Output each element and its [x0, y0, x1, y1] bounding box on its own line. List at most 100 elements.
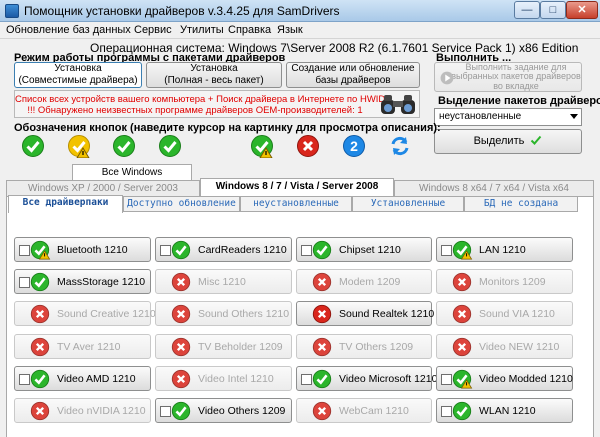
tab-db-not-created[interactable]: БД не создана [464, 196, 578, 212]
close-button[interactable]: ✕ [566, 1, 598, 19]
check-icon [30, 273, 50, 292]
tab-all-windows[interactable]: Все Windows [72, 164, 192, 180]
mode-button-line1: Установка [54, 63, 102, 74]
driver-pack-button[interactable]: Monitors 1209 [436, 269, 573, 295]
mode-button-line1: Установка [190, 63, 238, 74]
check-icon[interactable] [112, 134, 136, 158]
cross-icon [452, 305, 472, 324]
selection-dropdown[interactable]: неустановленные [434, 108, 582, 126]
cross-icon [452, 273, 472, 292]
driver-pack-label: TV Beholder 1209 [198, 340, 283, 353]
driver-pack-button[interactable]: MassStorage 1210 [14, 269, 151, 295]
refresh-icon[interactable] [388, 134, 412, 158]
tab-windows-xp[interactable]: Windows XP / 2000 / Server 2003 [6, 180, 200, 196]
check-icon[interactable] [158, 134, 182, 158]
driver-pack-label: Misc 1210 [198, 276, 246, 289]
tab-windows-8-7[interactable]: Windows 8 / 7 / Vista / Server 2008 [200, 178, 394, 196]
check-icon [312, 240, 332, 260]
question-icon[interactable]: 2 [342, 134, 366, 158]
driver-pack-button[interactable]: Misc 1210 [155, 269, 292, 295]
check-warning-icon [452, 369, 473, 389]
play-icon [440, 71, 454, 85]
driver-pack-button[interactable]: Bluetooth 1210 [14, 237, 151, 262]
tab-not-installed[interactable]: неустановленные [240, 196, 352, 212]
cross-icon [171, 273, 191, 292]
driver-pack-label: WebCam 1210 [339, 405, 409, 417]
banner-line1: Список всех устройств вашего компьютера … [15, 94, 386, 105]
tab-installed[interactable]: Установленные [352, 196, 464, 212]
svg-text:2: 2 [350, 138, 358, 154]
driver-pack-label: Sound Realtek 1210 [339, 308, 435, 321]
menu-help[interactable]: Справка [228, 24, 271, 36]
driver-pack-button[interactable]: Video nVIDIA 1210 [14, 398, 151, 423]
mode-button-line1: Создание или обновление [291, 63, 415, 74]
driver-pack-button[interactable]: Sound VIA 1210 [436, 301, 573, 327]
mode-create-db-button[interactable]: Создание или обновление базы драйверов [286, 62, 420, 88]
driver-pack-button[interactable]: Sound Realtek 1210 [296, 301, 435, 327]
driver-pack-button[interactable]: Video Others 1209 [155, 398, 292, 423]
execute-button-line3: во вкладке [493, 80, 539, 91]
cross-icon [171, 305, 191, 324]
driver-pack-button[interactable]: Video Microsoft 1210 [296, 365, 437, 391]
window-title: Помощник установки драйверов v.3.4.25 дл… [24, 4, 340, 18]
execute-task-button[interactable]: Выполнить задание для выбранных пакетов … [434, 62, 582, 92]
device-search-banner[interactable]: Список всех устройств вашего компьютера … [14, 90, 420, 118]
driver-pack-label: Bluetooth 1210 [57, 244, 128, 256]
tab-update-available[interactable]: Доступно обновление [123, 196, 240, 212]
driver-pack-button[interactable]: Chipset 1210 [296, 237, 432, 262]
driver-pack-button[interactable]: Sound Creative 1210 [14, 301, 156, 327]
minimize-button[interactable]: — [514, 1, 540, 19]
check-warning-icon [30, 240, 51, 260]
driver-pack-label: Sound VIA 1210 [479, 308, 555, 321]
cross-icon[interactable] [296, 134, 320, 158]
driver-pack-button[interactable]: Video AMD 1210 [14, 365, 151, 391]
driver-pack-button[interactable]: Sound Others 1210 [155, 301, 292, 327]
driver-pack-button[interactable]: Modem 1209 [296, 269, 432, 295]
tab-all-packs[interactable]: Все драйверпаки [8, 195, 123, 213]
chevron-down-icon [570, 114, 578, 119]
driver-pack-button[interactable]: WebCam 1210 [296, 398, 432, 423]
driver-pack-label: TV Aver 1210 [57, 340, 121, 353]
driver-pack-button[interactable]: CardReaders 1210 [155, 237, 292, 262]
driver-pack-label: Video AMD 1210 [57, 372, 136, 385]
cross-icon [30, 401, 50, 421]
mode-full-button[interactable]: Установка (Полная - весь пакет) [146, 62, 282, 88]
driver-pack-button[interactable]: TV Others 1209 [296, 333, 432, 359]
check-icon [171, 240, 191, 260]
driver-pack-label: TV Others 1209 [339, 340, 414, 353]
driver-pack-label: MassStorage 1210 [57, 276, 146, 289]
cross-icon [312, 337, 332, 356]
tab-windows-x64[interactable]: Windows 8 x64 / 7 x64 / Vista x64 [394, 180, 594, 196]
driver-pack-button[interactable]: Video NEW 1210 [436, 333, 573, 359]
check-icon [452, 401, 472, 421]
banner-line2: !!! Обнаружено неизвестных программе дра… [27, 105, 363, 116]
check-warning-icon [452, 240, 473, 260]
driver-pack-label: Video nVIDIA 1210 [57, 405, 146, 417]
menu-language[interactable]: Язык [277, 24, 303, 36]
driver-pack-button[interactable]: TV Aver 1210 [14, 333, 151, 359]
mode-compatible-button[interactable]: Установка (Совместимые драйвера) [14, 62, 142, 88]
cross-icon [312, 305, 332, 324]
driver-pack-label: Chipset 1210 [339, 244, 401, 256]
title-bar: Помощник установки драйверов v.3.4.25 дл… [0, 0, 600, 22]
driver-pack-label: LAN 1210 [479, 244, 526, 256]
check-warning-icon[interactable] [67, 134, 91, 158]
maximize-button[interactable]: □ [540, 1, 566, 19]
cross-icon [30, 337, 50, 356]
driver-pack-button[interactable]: Video Modded 1210 [436, 365, 573, 391]
menu-service[interactable]: Сервис [134, 24, 172, 36]
cross-icon [452, 337, 472, 356]
select-button[interactable]: Выделить [434, 129, 582, 154]
os-tabs: Windows XP / 2000 / Server 2003 Windows … [6, 178, 594, 196]
check-warning-icon[interactable] [250, 134, 274, 158]
driver-pack-button[interactable]: WLAN 1210 [436, 398, 573, 423]
check-icon [30, 369, 50, 388]
driver-pack-label: Video NEW 1210 [479, 340, 560, 353]
driver-pack-button[interactable]: LAN 1210 [436, 237, 573, 262]
check-icon[interactable] [21, 134, 45, 158]
selection-label: Выделение пакетов драйверов: [438, 95, 600, 107]
driver-pack-button[interactable]: Video Intel 1210 [155, 365, 292, 391]
menu-update-db[interactable]: Обновление баз данных [6, 24, 131, 36]
menu-utilities[interactable]: Утилиты [180, 24, 224, 36]
driver-pack-button[interactable]: TV Beholder 1209 [155, 333, 292, 359]
